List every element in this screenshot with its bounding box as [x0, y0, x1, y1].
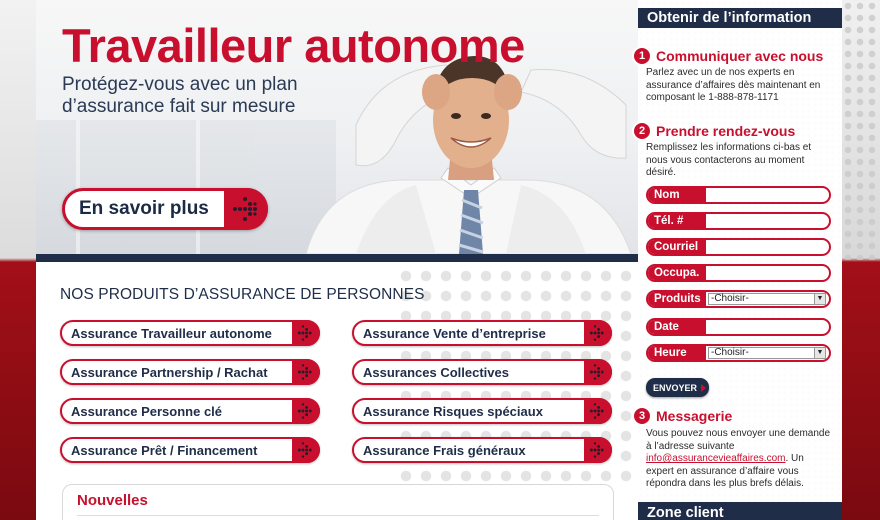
step-number: 2: [632, 121, 652, 141]
courriel-field[interactable]: Courriel: [646, 238, 831, 256]
product-button-partnership-rachat[interactable]: Assurance Partnership / Rachat: [60, 359, 320, 385]
field-label: Date: [648, 320, 706, 334]
envoyer-button[interactable]: ENVOYER: [646, 378, 709, 397]
right-backdrop: [842, 0, 880, 520]
product-label: Assurance Risques spéciaux: [363, 403, 543, 419]
product-button-collectives[interactable]: Assurances Collectives: [352, 359, 612, 385]
step-2-header: 2 Prendre rendez-vous: [632, 121, 796, 141]
dotted-arrow-icon: [584, 320, 612, 346]
news-box: Nouvelles: [62, 484, 614, 520]
learn-more-button[interactable]: En savoir plus: [62, 188, 268, 230]
step-1-header: 1 Communiquer avec nous: [632, 46, 824, 66]
product-label: Assurance Vente d’entreprise: [363, 325, 546, 341]
step-3-text: Vous pouvez nous envoyer une demande à l…: [646, 428, 832, 491]
email-link[interactable]: info@assurancevieaffaires.com: [646, 453, 785, 464]
product-label: Assurance Partnership / Rachat: [71, 364, 268, 380]
step-number: 1: [632, 46, 652, 66]
product-button-vente-entreprise[interactable]: Assurance Vente d’entreprise: [352, 320, 612, 346]
product-button-personne-cle[interactable]: Assurance Personne clé: [60, 398, 320, 424]
courriel-input[interactable]: [706, 240, 829, 254]
play-arrow-icon: [701, 383, 707, 392]
date-input[interactable]: [706, 320, 829, 334]
select-value: -Choisir-: [711, 347, 749, 358]
produits-select[interactable]: -Choisir- ▼: [708, 293, 826, 305]
step-title: Communiquer avec nous: [656, 48, 824, 64]
product-label: Assurances Collectives: [363, 364, 509, 380]
date-field[interactable]: Date: [646, 318, 831, 336]
dotted-arrow-icon: [292, 359, 320, 385]
step-2-text: Remplissez les informations ci-bas et no…: [646, 142, 812, 178]
learn-more-label: En savoir plus: [79, 198, 209, 219]
news-title[interactable]: Nouvelles: [77, 492, 148, 509]
step-title: Prendre rendez-vous: [656, 123, 796, 139]
product-label: Assurance Prêt / Financement: [71, 442, 258, 458]
hero-title: Travailleur autonome: [62, 19, 525, 72]
field-label: Nom: [648, 188, 706, 202]
heure-select[interactable]: -Choisir- ▼: [708, 347, 826, 359]
field-label: Tél. #: [648, 214, 706, 228]
hero-divider: [36, 254, 638, 262]
step-title: Messagerie: [656, 408, 733, 424]
main-column: Travailleur autonome Protégez-vous avec …: [36, 0, 638, 520]
dotted-arrow-icon: [292, 398, 320, 424]
hero-banner: Travailleur autonome Protégez-vous avec …: [36, 0, 638, 254]
field-label: Heure: [648, 346, 706, 360]
field-label: Produits: [648, 292, 706, 306]
products-section-title: NOS PRODUITS D’ASSURANCE DE PERSONNES: [60, 286, 425, 303]
zone-client-heading[interactable]: Zone client: [638, 502, 842, 520]
product-button-pret-financement[interactable]: Assurance Prêt / Financement: [60, 437, 320, 463]
info-panel: Obtenir de l’information 1 Communiquer a…: [632, 0, 842, 520]
produits-field[interactable]: Produits -Choisir- ▼: [646, 290, 831, 308]
tel-input[interactable]: [706, 214, 829, 228]
news-divider: [77, 515, 599, 516]
dotted-arrow-icon: [292, 320, 320, 346]
dotted-arrow-icon: [584, 359, 612, 385]
step-3-header: 3 Messagerie: [632, 406, 733, 426]
dotted-arrow-icon: [292, 437, 320, 463]
step-1-text: Parlez avec un de nos experts en assuran…: [646, 67, 821, 103]
hero-subtitle: Protégez-vous avec un plan d’assurance f…: [62, 74, 298, 117]
product-label: Assurance Frais généraux: [363, 442, 526, 458]
product-button-frais-generaux[interactable]: Assurance Frais généraux: [352, 437, 612, 463]
envoyer-label: ENVOYER: [653, 382, 698, 393]
info-panel-heading: Obtenir de l’information: [638, 8, 842, 28]
step-number: 3: [632, 406, 652, 426]
dotted-arrow-icon: [584, 437, 612, 463]
occupation-input[interactable]: [706, 266, 829, 280]
product-label: Assurance Travailleur autonome: [71, 325, 272, 341]
tel-field[interactable]: Tél. #: [646, 212, 831, 230]
nom-field[interactable]: Nom: [646, 186, 831, 204]
chevron-down-icon[interactable]: ▼: [814, 294, 825, 304]
occupation-field[interactable]: Occupa.: [646, 264, 831, 282]
product-label: Assurance Personne clé: [71, 403, 223, 419]
heure-field[interactable]: Heure -Choisir- ▼: [646, 344, 831, 362]
select-value: -Choisir-: [711, 293, 749, 304]
nom-input[interactable]: [706, 188, 829, 202]
dotted-arrow-icon: [584, 398, 612, 424]
product-button-travailleur-autonome[interactable]: Assurance Travailleur autonome: [60, 320, 320, 346]
field-label: Occupa.: [648, 266, 706, 280]
dotted-arrow-icon: [224, 188, 268, 230]
chevron-down-icon[interactable]: ▼: [814, 348, 825, 358]
step-3-text-before: Vous pouvez nous envoyer une demande à l…: [646, 428, 831, 452]
left-backdrop: [0, 0, 36, 520]
field-label: Courriel: [648, 240, 706, 254]
product-button-risques-speciaux[interactable]: Assurance Risques spéciaux: [352, 398, 612, 424]
